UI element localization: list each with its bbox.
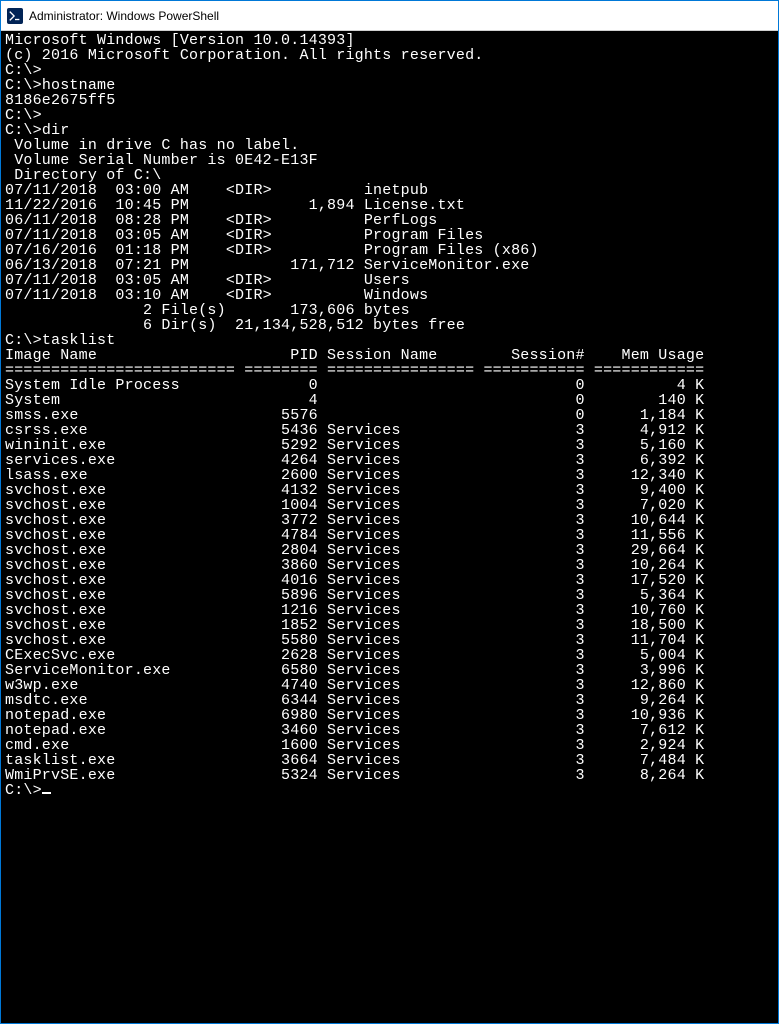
tasklist-row: w3wp.exe 4740 Services 3 12,860 K bbox=[5, 678, 774, 693]
banner-line: (c) 2016 Microsoft Corporation. All righ… bbox=[5, 48, 774, 63]
dir-entry: 06/11/2018 08:28 PM <DIR> PerfLogs bbox=[5, 213, 774, 228]
prompt-hostname: C:\>hostname bbox=[5, 78, 774, 93]
tasklist-row: cmd.exe 1600 Services 3 2,924 K bbox=[5, 738, 774, 753]
tasklist-row: System 4 0 140 K bbox=[5, 393, 774, 408]
dir-entry: 11/22/2016 10:45 PM 1,894 License.txt bbox=[5, 198, 774, 213]
tasklist-row: tasklist.exe 3664 Services 3 7,484 K bbox=[5, 753, 774, 768]
tasklist-row: ServiceMonitor.exe 6580 Services 3 3,996… bbox=[5, 663, 774, 678]
powershell-icon bbox=[7, 8, 23, 24]
dir-entry: 07/11/2018 03:05 AM <DIR> Users bbox=[5, 273, 774, 288]
dir-entry: 07/11/2018 03:05 AM <DIR> Program Files bbox=[5, 228, 774, 243]
prompt-dir: C:\>dir bbox=[5, 123, 774, 138]
tasklist-row: notepad.exe 6980 Services 3 10,936 K bbox=[5, 708, 774, 723]
tasklist-row: svchost.exe 5896 Services 3 5,364 K bbox=[5, 588, 774, 603]
terminal-area[interactable]: Microsoft Windows [Version 10.0.14393](c… bbox=[1, 31, 778, 1023]
powershell-window: Administrator: Windows PowerShell Micros… bbox=[0, 0, 779, 1024]
tasklist-row: svchost.exe 1852 Services 3 18,500 K bbox=[5, 618, 774, 633]
dir-of-line: Directory of C:\ bbox=[5, 168, 774, 183]
tasklist-row: svchost.exe 3772 Services 3 10,644 K bbox=[5, 513, 774, 528]
prompt-blank: C:\> bbox=[5, 63, 774, 78]
dir-entry: 07/11/2018 03:00 AM <DIR> inetpub bbox=[5, 183, 774, 198]
tasklist-row: CExecSvc.exe 2628 Services 3 5,004 K bbox=[5, 648, 774, 663]
cursor bbox=[42, 792, 51, 794]
window-title: Administrator: Windows PowerShell bbox=[29, 9, 219, 23]
dir-entry: 07/11/2018 03:10 AM <DIR> Windows bbox=[5, 288, 774, 303]
tasklist-row: svchost.exe 1004 Services 3 7,020 K bbox=[5, 498, 774, 513]
dir-entry: 06/13/2018 07:21 PM 171,712 ServiceMonit… bbox=[5, 258, 774, 273]
tasklist-row: services.exe 4264 Services 3 6,392 K bbox=[5, 453, 774, 468]
prompt-tasklist: C:\>tasklist bbox=[5, 333, 774, 348]
tasklist-row: svchost.exe 1216 Services 3 10,760 K bbox=[5, 603, 774, 618]
prompt: C:\> bbox=[5, 782, 42, 799]
tasklist-row: notepad.exe 3460 Services 3 7,612 K bbox=[5, 723, 774, 738]
dir-serial: Volume Serial Number is 0E42-E13F bbox=[5, 153, 774, 168]
tasklist-row: csrss.exe 5436 Services 3 4,912 K bbox=[5, 423, 774, 438]
tasklist-row: wininit.exe 5292 Services 3 5,160 K bbox=[5, 438, 774, 453]
tasklist-row: svchost.exe 3860 Services 3 10,264 K bbox=[5, 558, 774, 573]
tasklist-row: WmiPrvSE.exe 5324 Services 3 8,264 K bbox=[5, 768, 774, 783]
tasklist-row: lsass.exe 2600 Services 3 12,340 K bbox=[5, 468, 774, 483]
tasklist-row: svchost.exe 4132 Services 3 9,400 K bbox=[5, 483, 774, 498]
tasklist-separator: ========================= ======== =====… bbox=[5, 363, 774, 378]
tasklist-row: svchost.exe 4016 Services 3 17,520 K bbox=[5, 573, 774, 588]
hostname-output: 8186e2675ff5 bbox=[5, 93, 774, 108]
tasklist-row: svchost.exe 2804 Services 3 29,664 K bbox=[5, 543, 774, 558]
prompt-blank: C:\> bbox=[5, 108, 774, 123]
tasklist-row: System Idle Process 0 0 4 K bbox=[5, 378, 774, 393]
tasklist-row: smss.exe 5576 0 1,184 K bbox=[5, 408, 774, 423]
tasklist-row: svchost.exe 5580 Services 3 11,704 K bbox=[5, 633, 774, 648]
tasklist-row: svchost.exe 4784 Services 3 11,556 K bbox=[5, 528, 774, 543]
titlebar[interactable]: Administrator: Windows PowerShell bbox=[1, 1, 778, 31]
dir-summary-dirs: 6 Dir(s) 21,134,528,512 bytes free bbox=[5, 318, 774, 333]
dir-summary-files: 2 File(s) 173,606 bytes bbox=[5, 303, 774, 318]
dir-volume: Volume in drive C has no label. bbox=[5, 138, 774, 153]
banner-line: Microsoft Windows [Version 10.0.14393] bbox=[5, 33, 774, 48]
tasklist-header: Image Name PID Session Name Session# Mem… bbox=[5, 348, 774, 363]
tasklist-row: msdtc.exe 6344 Services 3 9,264 K bbox=[5, 693, 774, 708]
dir-entry: 07/16/2016 01:18 PM <DIR> Program Files … bbox=[5, 243, 774, 258]
prompt-cursor: C:\> bbox=[5, 783, 774, 798]
